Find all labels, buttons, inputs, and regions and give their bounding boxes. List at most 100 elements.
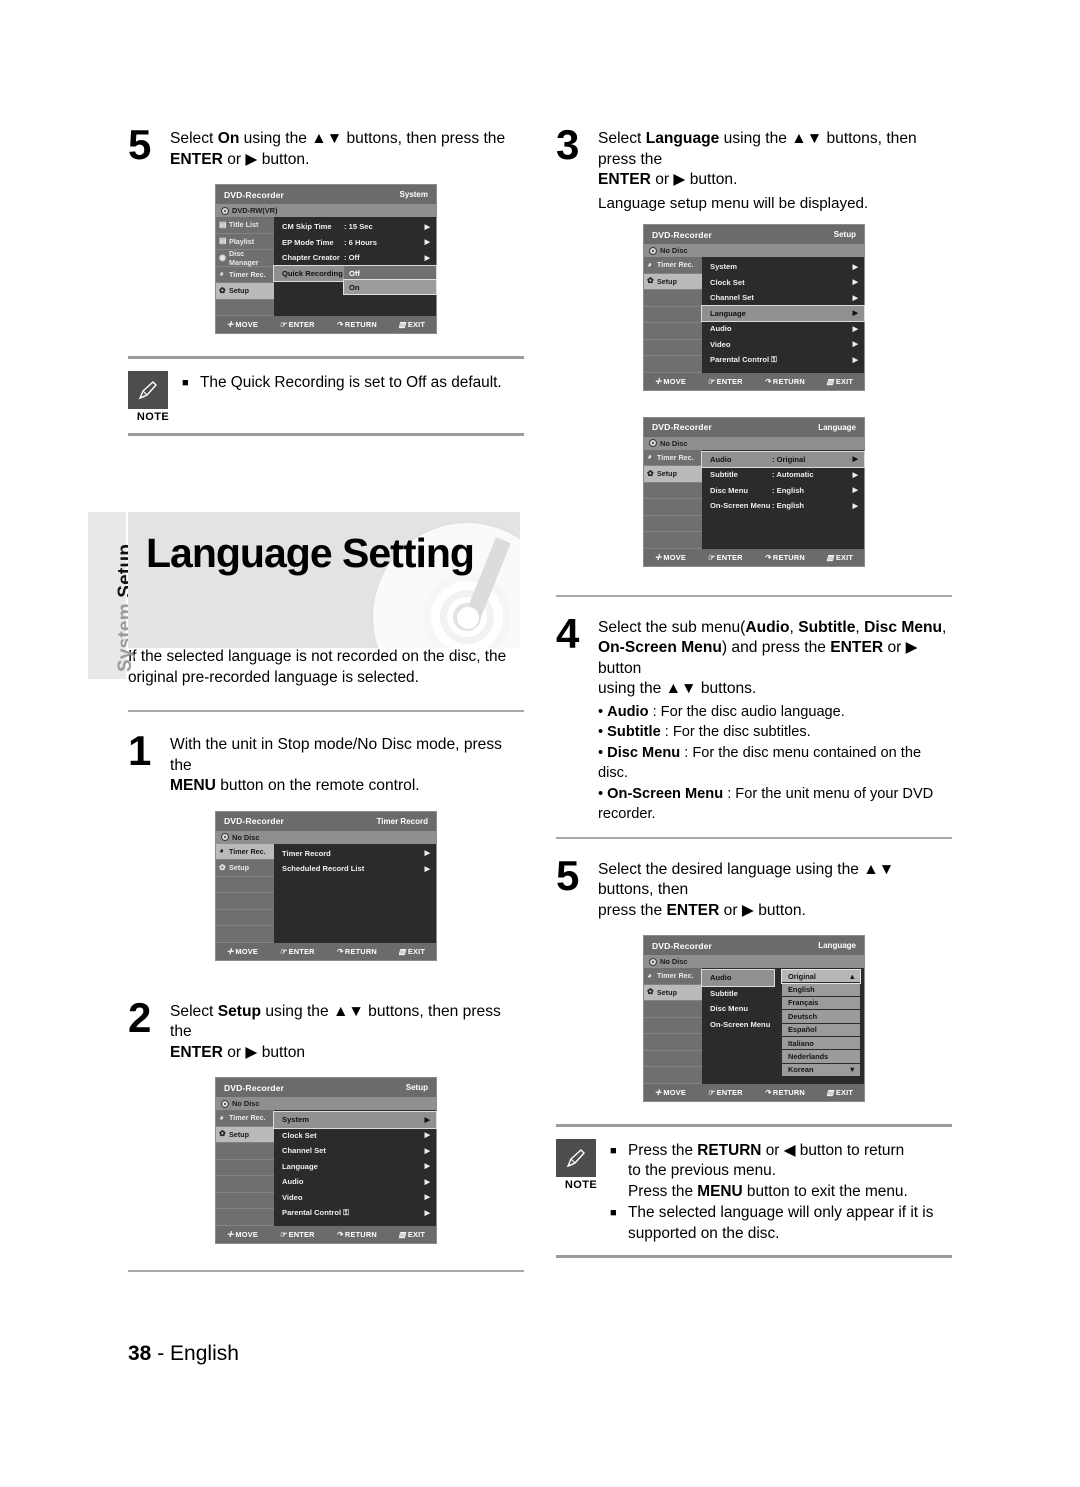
row-label: Disc Menu bbox=[710, 485, 748, 495]
footer-enter[interactable]: ☞ ENTER bbox=[280, 1230, 315, 1239]
sidebar-item-setup[interactable]: ✿ Setup bbox=[644, 466, 702, 483]
sidebar-item-playlist[interactable]: ▤ Playlist bbox=[216, 234, 274, 250]
footer-exit[interactable]: ▥ EXIT bbox=[399, 1230, 426, 1239]
sidebar-item-timer-rec[interactable]: ◕ Timer Rec. bbox=[644, 257, 702, 274]
row-label: On-Screen Menu bbox=[710, 1019, 771, 1029]
footer-exit[interactable]: ▥ EXIT bbox=[827, 377, 854, 386]
osd-row-scheduled-record-list[interactable]: Scheduled Record List ▶ bbox=[274, 861, 436, 877]
footer-enter[interactable]: ☞ ENTER bbox=[708, 1088, 743, 1097]
footer-move[interactable]: ✛ MOVE bbox=[227, 947, 258, 956]
osd-row-system[interactable]: System ▶ bbox=[273, 1111, 437, 1129]
osd-row-parental-control[interactable]: Parental Control ⚿ ▶ bbox=[702, 352, 864, 368]
footer-enter[interactable]: ☞ ENTER bbox=[708, 553, 743, 562]
osd-row-channel-set[interactable]: Channel Set ▶ bbox=[274, 1143, 436, 1159]
language-option-espanol[interactable]: Español bbox=[782, 1023, 860, 1037]
scroll-up-icon[interactable]: ▲ bbox=[849, 972, 856, 981]
osd-row-channel-set[interactable]: Channel Set ▶ bbox=[702, 290, 864, 306]
footer-move[interactable]: ✛ MOVE bbox=[655, 1088, 686, 1097]
osd-language-dropdown[interactable]: DVD-Recorder Language No Disc ◕ Timer Rec… bbox=[643, 935, 865, 1102]
quick-recording-dropdown[interactable]: Off On bbox=[343, 266, 437, 295]
sidebar-item-timer-rec[interactable]: ◕ Timer Rec. bbox=[644, 968, 702, 985]
sidebar-item-timer-rec[interactable]: ◕ Timer Rec. bbox=[644, 450, 702, 466]
footer-move[interactable]: ✛ MOVE bbox=[655, 377, 686, 386]
osd-row-parental-control[interactable]: Parental Control ⚿ ▶ bbox=[274, 1205, 436, 1221]
footer-enter[interactable]: ☞ ENTER bbox=[708, 377, 743, 386]
dropdown-option-off[interactable]: Off bbox=[344, 266, 436, 280]
osd-row-language[interactable]: Language ▶ bbox=[274, 1159, 436, 1175]
step-number: 2 bbox=[128, 993, 151, 1041]
enter-icon: ☞ bbox=[707, 552, 715, 562]
language-option-english[interactable]: English bbox=[782, 983, 860, 997]
osd-system-quick-recording[interactable]: DVD-Recorder System DVD-RW(VR) ▤ Title Li… bbox=[215, 184, 437, 334]
osd-row-cm-skip-time[interactable]: CM Skip Time : 15 Sec ▶ bbox=[274, 219, 436, 235]
sidebar-blank: . bbox=[216, 1193, 274, 1210]
osd-row-subtitle[interactable]: Subtitle : Automatic ▶ bbox=[702, 467, 864, 483]
language-option-francais[interactable]: Français bbox=[782, 996, 860, 1011]
footer-return[interactable]: ↷ RETURN bbox=[336, 947, 377, 956]
osd-row-ep-mode-time[interactable]: EP Mode Time : 6 Hours ▶ bbox=[274, 235, 436, 251]
enter-icon: ☞ bbox=[707, 376, 715, 386]
osd-row-on-screen-menu[interactable]: On-Screen Menu : English ▶ bbox=[702, 498, 864, 514]
footer-enter[interactable]: ☞ ENTER bbox=[280, 320, 315, 329]
osd-row-audio[interactable]: Audio : Original ▶ bbox=[701, 450, 865, 468]
sidebar-item-setup[interactable]: ✿ Setup bbox=[644, 273, 702, 290]
language-option-italiano[interactable]: Italiano bbox=[782, 1036, 860, 1051]
osd-language-values[interactable]: DVD-Recorder Language No Disc ◕ Timer Rec… bbox=[643, 416, 865, 567]
sidebar-item-disc-manager[interactable]: ◉ Disc Manager bbox=[216, 249, 274, 267]
sidebar-item-title-list[interactable]: ▤ Title List bbox=[216, 217, 274, 234]
osd-row-system[interactable]: System ▶ bbox=[702, 259, 864, 275]
osd-row-audio[interactable]: Audio ▶ bbox=[702, 321, 864, 337]
setup-icon: ✿ bbox=[219, 285, 226, 295]
language-option-list[interactable]: Original ▲ English Français Deutsch Españ… bbox=[781, 968, 861, 1078]
sidebar-label: Timer Rec. bbox=[657, 971, 694, 981]
osd-setup-language-highlighted[interactable]: DVD-Recorder Setup No Disc ◕ Timer Rec. ✿… bbox=[643, 224, 865, 391]
osd-setup-system[interactable]: DVD-Recorder Setup No Disc ◕ Timer Rec. ✿… bbox=[215, 1077, 437, 1244]
return-icon: ↷ bbox=[336, 946, 343, 956]
page-footer: 38 - English bbox=[128, 1342, 239, 1366]
language-option-original[interactable]: Original ▲ bbox=[781, 968, 861, 985]
osd-row-audio[interactable]: Audio bbox=[701, 969, 775, 987]
footer-exit[interactable]: ▥ EXIT bbox=[827, 1088, 854, 1097]
dropdown-option-on[interactable]: On bbox=[343, 279, 437, 295]
osd-row-audio[interactable]: Audio ▶ bbox=[274, 1174, 436, 1190]
step5-line1-bold: On bbox=[217, 130, 240, 147]
footer-return[interactable]: ↷ RETURN bbox=[336, 1230, 377, 1239]
footer-enter[interactable]: ☞ ENTER bbox=[280, 947, 315, 956]
step-4-select-sub-menu: 4 Select the sub menu(Audio, Subtitle, D… bbox=[556, 612, 952, 825]
footer-exit[interactable]: ▥ EXIT bbox=[399, 947, 426, 956]
footer-move[interactable]: ✛ MOVE bbox=[655, 553, 686, 562]
step5-line1-pre: Select bbox=[170, 130, 218, 147]
sidebar-item-setup[interactable]: ✿ Setup bbox=[216, 1126, 274, 1144]
footer-return[interactable]: ↷ RETURN bbox=[764, 553, 805, 562]
sidebar-item-setup[interactable]: ✿ Setup bbox=[216, 283, 274, 300]
language-option-deutsch[interactable]: Deutsch bbox=[782, 1010, 860, 1024]
osd-row-video[interactable]: Video ▶ bbox=[274, 1190, 436, 1206]
footer-return[interactable]: ↷ RETURN bbox=[764, 377, 805, 386]
footer-return[interactable]: ↷ RETURN bbox=[764, 1088, 805, 1097]
sidebar-item-timer-rec[interactable]: ◕ Timer Rec. bbox=[216, 267, 274, 283]
osd-row-disc-menu[interactable]: Disc Menu : English ▶ bbox=[702, 483, 864, 499]
osd-row-language[interactable]: Language ▶ bbox=[701, 304, 865, 322]
scroll-down-icon[interactable]: ▼ bbox=[849, 1065, 856, 1074]
footer-move[interactable]: ✛ MOVE bbox=[227, 320, 258, 329]
footer-return[interactable]: ↷ RETURN bbox=[336, 320, 377, 329]
sidebar-item-timer-rec[interactable]: ◕ Timer Rec. bbox=[216, 1110, 274, 1127]
osd-row-chapter-creator[interactable]: Chapter Creator : Off ▶ bbox=[274, 250, 436, 266]
footer-move[interactable]: ✛ MOVE bbox=[227, 1230, 258, 1239]
osd-row-timer-record[interactable]: Timer Record ▶ bbox=[274, 846, 436, 862]
footer-exit[interactable]: ▥ EXIT bbox=[399, 320, 426, 329]
osd-disc-label: No Disc bbox=[660, 957, 688, 966]
osd-row-clock-set[interactable]: Clock Set ▶ bbox=[274, 1128, 436, 1144]
row-value: : Original bbox=[772, 454, 806, 464]
osd-row-clock-set[interactable]: Clock Set ▶ bbox=[702, 275, 864, 291]
language-option-korean[interactable]: Korean ▼ bbox=[782, 1063, 860, 1078]
sidebar-item-setup[interactable]: ✿ Setup bbox=[644, 984, 702, 1001]
language-option-nederlands[interactable]: Nederlands bbox=[782, 1050, 860, 1064]
osd-row-video[interactable]: Video ▶ bbox=[702, 337, 864, 353]
osd-timer-record[interactable]: DVD-Recorder Timer Record No Disc ◕ Timer… bbox=[215, 810, 437, 961]
sidebar-item-timer-rec[interactable]: ◕ Timer Rec. bbox=[216, 843, 274, 861]
sidebar-item-setup[interactable]: ✿ Setup bbox=[216, 860, 274, 877]
bullet-subtitle: • Subtitle : For the disc subtitles. bbox=[598, 722, 952, 743]
footer-exit[interactable]: ▥ EXIT bbox=[827, 553, 854, 562]
dpad-icon: ✛ bbox=[654, 376, 662, 386]
